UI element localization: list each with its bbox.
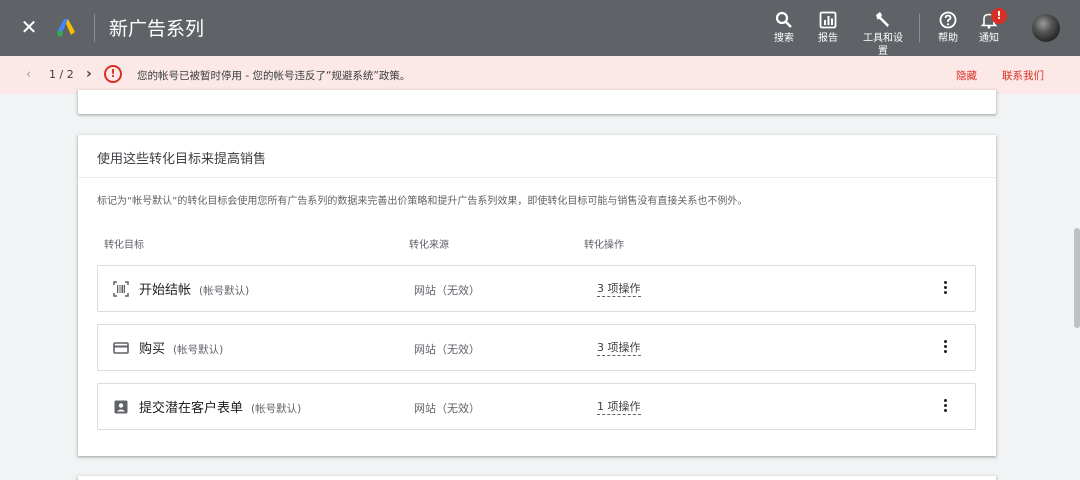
help-button[interactable]: 帮助 — [928, 11, 968, 45]
account-default-label: (帐号默认) — [251, 403, 302, 415]
card-description: 标记为“帐号默认”的转化目标会使用您所有广告系列的数据来完善出价策略和提升广告系… — [97, 196, 748, 207]
goal-name: 开始结帐 (帐号默认) — [139, 279, 249, 298]
goal-name: 提交潜在客户表单 (帐号默认) — [139, 397, 301, 416]
tools-settings-label: 工具和设置 — [863, 33, 903, 57]
more-vert-icon[interactable] — [940, 279, 950, 299]
contact-form-icon — [114, 400, 128, 414]
conversion-goals-card: 使用这些转化目标来提高销售 标记为“帐号默认”的转化目标会使用您所有广告系列的数… — [78, 135, 996, 456]
goal-name-text: 购买 — [139, 342, 166, 357]
barcode-scan-icon — [113, 281, 129, 297]
divider — [94, 14, 95, 42]
account-default-label: (帐号默认) — [173, 344, 224, 356]
conversion-goal-row[interactable]: 购买 (帐号默认) 网站（无效） 3 项操作 — [97, 324, 976, 371]
conversion-goal-row[interactable]: 提交潜在客户表单 (帐号默认) 网站（无效） 1 项操作 — [97, 383, 976, 430]
alert-message: 您的帐号已被暂时停用 - 您的帐号违反了“规避系统”政策。 — [137, 70, 411, 82]
account-default-label: (帐号默认) — [199, 285, 250, 297]
goal-source: 网站（无效） — [414, 343, 480, 356]
wrench-icon — [876, 12, 889, 27]
report-button[interactable]: 报告 — [808, 11, 848, 45]
search-label: 搜索 — [774, 33, 794, 44]
search-button[interactable]: 搜索 — [764, 11, 804, 45]
more-vert-icon[interactable] — [940, 397, 950, 417]
goal-name-text: 提交潜在客户表单 — [139, 401, 244, 416]
tools-settings-button[interactable]: 工具和设置 — [862, 11, 904, 58]
column-header-actions: 转化操作 — [584, 240, 624, 251]
column-header-source: 转化来源 — [409, 240, 449, 251]
top-app-bar: ✕ 新广告系列 搜索 报告 工具和设置 帮助 通知 ! — [0, 0, 1080, 58]
more-vert-icon[interactable] — [940, 338, 950, 358]
chevron-left-icon[interactable]: ‹ — [26, 67, 31, 82]
alert-pagination: 1 / 2 — [49, 68, 74, 81]
close-icon[interactable]: ✕ — [18, 16, 40, 38]
search-icon — [775, 11, 792, 28]
avatar[interactable] — [1032, 14, 1060, 42]
goal-name: 购买 (帐号默认) — [139, 338, 223, 357]
help-icon — [939, 11, 957, 29]
goal-source: 网站（无效） — [414, 284, 480, 297]
page-title: 新广告系列 — [109, 18, 205, 40]
column-header-goal: 转化目标 — [104, 240, 144, 251]
report-icon — [819, 11, 837, 29]
goal-actions-link[interactable]: 1 项操作 — [597, 400, 641, 415]
next-card — [78, 476, 996, 480]
card-title: 使用这些转化目标来提高销售 — [97, 152, 267, 167]
report-label: 报告 — [818, 33, 838, 44]
google-ads-logo — [57, 19, 75, 37]
chevron-right-icon[interactable]: › — [86, 66, 92, 82]
goal-actions-link[interactable]: 3 项操作 — [597, 341, 641, 356]
help-label: 帮助 — [938, 33, 958, 44]
goal-name-text: 开始结帐 — [139, 283, 192, 298]
hide-alert-link[interactable]: 隐藏 — [956, 68, 977, 83]
error-icon: ! — [104, 65, 122, 83]
goal-source: 网站（无效） — [414, 402, 480, 415]
conversion-goal-row[interactable]: 开始结帐 (帐号默认) 网站（无效） 3 项操作 — [97, 265, 976, 312]
card-divider — [78, 177, 996, 178]
credit-card-icon — [113, 342, 129, 354]
account-suspended-alert: ‹ 1 / 2 › ! 您的帐号已被暂时停用 - 您的帐号违反了“规避系统”政策… — [0, 56, 1080, 94]
page-scrollbar[interactable] — [1074, 228, 1080, 328]
divider — [919, 14, 920, 42]
previous-card — [78, 90, 996, 114]
goal-actions-link[interactable]: 3 项操作 — [597, 282, 641, 297]
contact-us-link[interactable]: 联系我们 — [1002, 68, 1044, 83]
notifications-label: 通知 — [979, 33, 999, 44]
notification-badge: ! — [991, 8, 1007, 24]
